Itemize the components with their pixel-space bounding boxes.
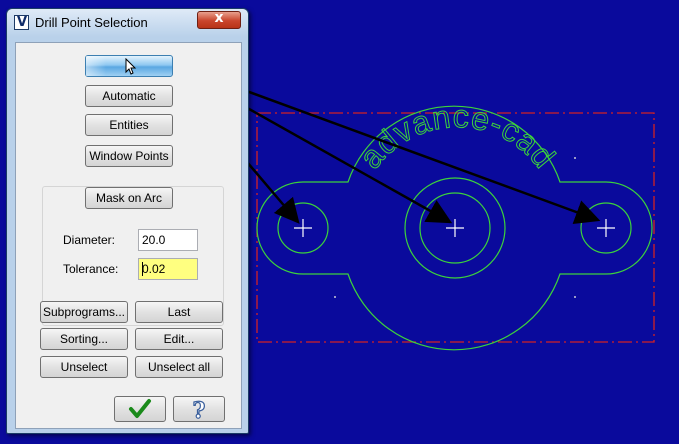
window-points-button[interactable]: Window Points (85, 145, 173, 167)
close-icon: x (214, 10, 224, 26)
unselect-all-button[interactable]: Unselect all (135, 356, 223, 378)
tolerance-field[interactable]: 0.02 (138, 258, 198, 280)
svg-text:?: ? (193, 398, 206, 421)
drill-point-marker-right (597, 219, 615, 237)
dialog-title: Drill Point Selection (35, 15, 148, 30)
pick-points-button[interactable] (85, 55, 173, 77)
edit-button[interactable]: Edit... (135, 328, 223, 350)
dialog-body: Automatic Entities Window Points Mask on… (15, 42, 242, 429)
tolerance-label: Tolerance: (63, 262, 119, 276)
unselect-button[interactable]: Unselect (40, 356, 128, 378)
entities-button[interactable]: Entities (85, 114, 173, 136)
question-mark-icon: ? (192, 397, 206, 421)
app-icon[interactable]: V (14, 15, 29, 30)
mask-on-arc-button[interactable]: Mask on Arc (85, 187, 173, 209)
title-bar[interactable]: V Drill Point Selection x (7, 9, 248, 37)
sorting-button[interactable]: Sorting... (40, 328, 128, 350)
engraved-text: advance-cad (352, 98, 563, 175)
drill-point-selection-dialog: V Drill Point Selection x Automatic Enti… (6, 8, 249, 434)
checkmark-icon (129, 399, 151, 418)
close-button[interactable]: x (197, 10, 241, 29)
diameter-label: Diameter: (63, 233, 116, 247)
ok-button[interactable] (114, 396, 166, 422)
help-button[interactable]: ? (173, 396, 225, 422)
cursor-arrow-icon (125, 58, 137, 75)
diameter-field[interactable]: 20.0 (138, 229, 198, 251)
last-button[interactable]: Last (135, 301, 223, 323)
automatic-button[interactable]: Automatic (85, 85, 173, 107)
tolerance-value: 0.02 (142, 262, 166, 276)
subprograms-button[interactable]: Subprograms... (40, 301, 128, 323)
